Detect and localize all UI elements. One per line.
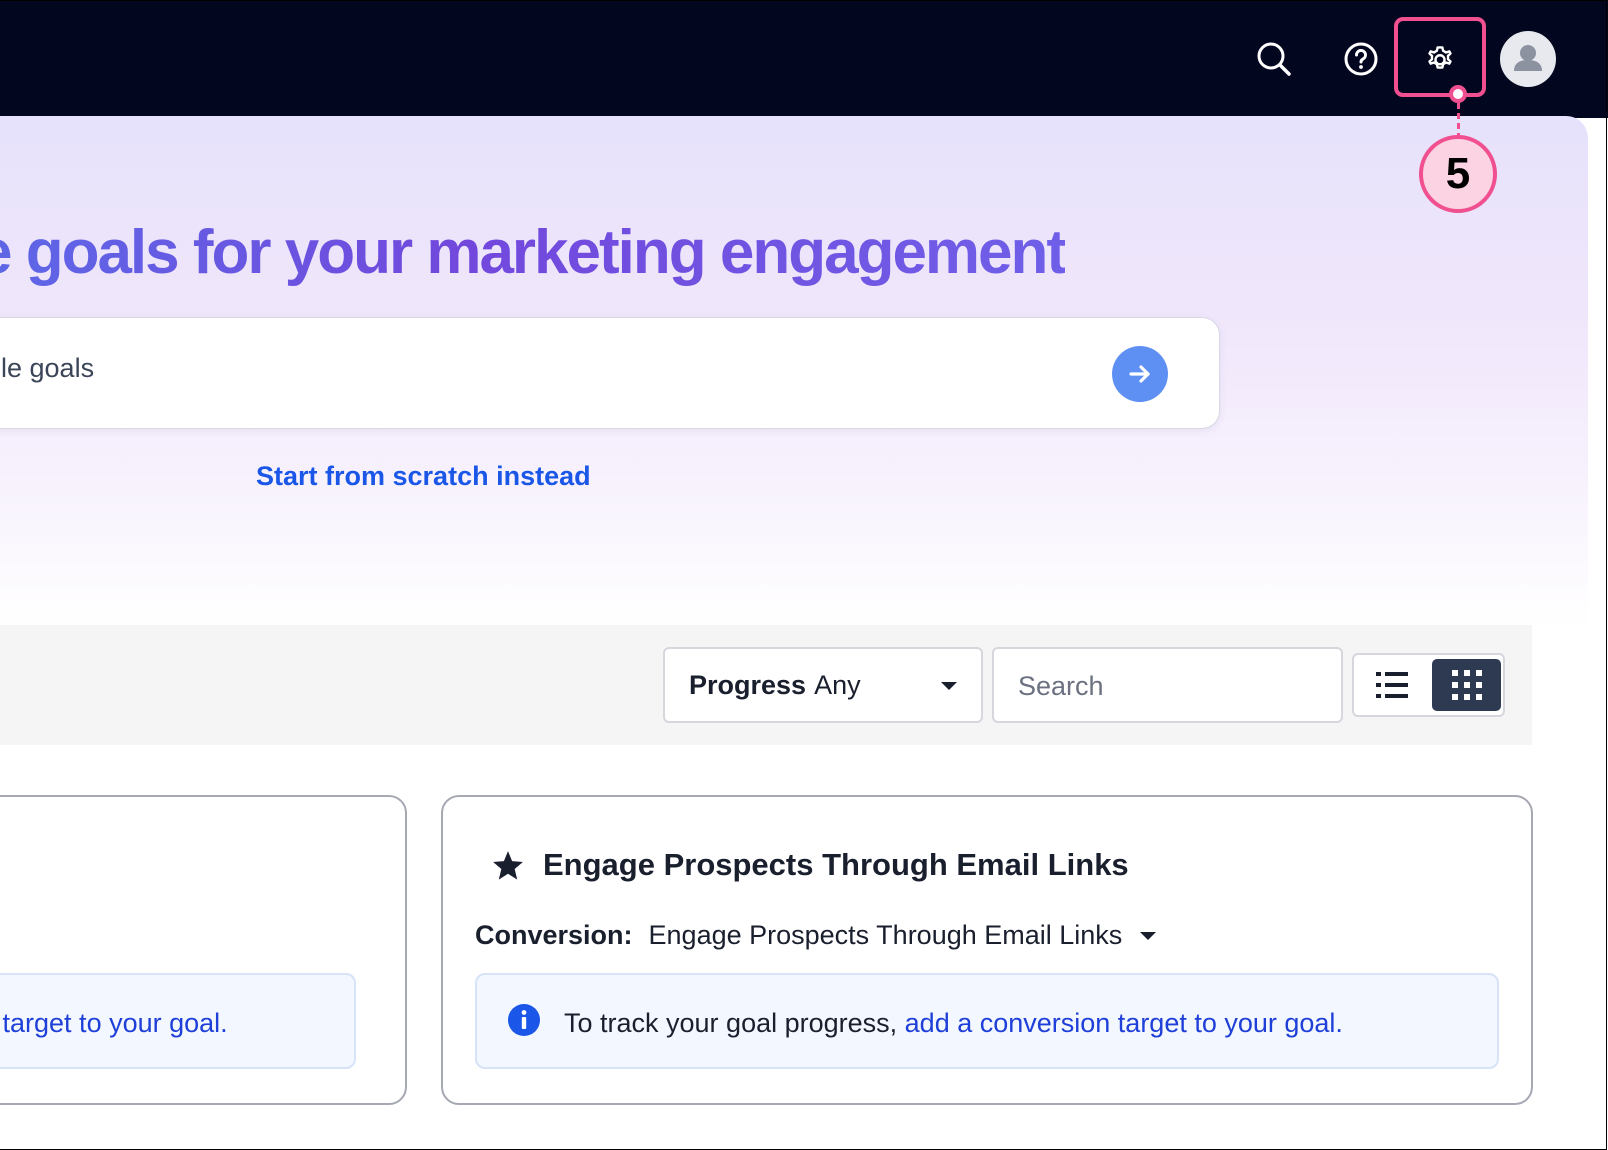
callout-highlight-box (1394, 17, 1486, 97)
goal-card: Engage Prospects Through Email Links Con… (441, 795, 1533, 1105)
list-icon (1376, 672, 1408, 698)
arrow-right-icon (1129, 365, 1150, 383)
progress-filter-value: Any (814, 669, 861, 700)
info-text: To track your goal progress, (564, 1008, 905, 1038)
page-title: e goals for your marketing engagement (0, 218, 1067, 288)
add-conversion-target-link[interactable]: add a conversion target to your goal. (905, 1008, 1343, 1038)
hero-section: e goals for your marketing engagement St… (0, 116, 1588, 626)
search-input[interactable] (1018, 671, 1318, 702)
list-view-button[interactable] (1358, 659, 1426, 711)
star-icon[interactable] (491, 849, 525, 883)
top-navigation-bar (0, 0, 1608, 118)
info-callout: To track your goal progress, add a conve… (475, 973, 1499, 1069)
search-icon[interactable] (1251, 36, 1297, 82)
info-callout: n target to your goal. (0, 973, 356, 1069)
goal-card: n target to your goal. (0, 795, 407, 1105)
callout-step-badge: 5 (1419, 135, 1497, 213)
conversion-label: Conversion: (475, 920, 633, 950)
conversion-row: Conversion: Engage Prospects Through Ema… (475, 920, 1157, 951)
avatar[interactable] (1500, 31, 1556, 87)
goal-prompt-input[interactable] (1, 353, 1081, 384)
submit-prompt-button[interactable] (1112, 346, 1168, 402)
avatar-icon (1514, 45, 1542, 71)
callout-connector-line (1457, 103, 1460, 139)
progress-filter-dropdown[interactable]: Progress Any (663, 647, 983, 723)
conversion-dropdown[interactable]: Engage Prospects Through Email Links (649, 920, 1157, 951)
start-from-scratch-link[interactable]: Start from scratch instead (256, 461, 591, 492)
add-conversion-target-link[interactable]: n target to your goal. (0, 1008, 228, 1038)
help-icon[interactable] (1338, 36, 1384, 82)
callout-connector-dot (1449, 85, 1467, 103)
goal-prompt-box (0, 317, 1220, 429)
caret-down-icon (941, 682, 957, 690)
conversion-value: Engage Prospects Through Email Links (648, 920, 1123, 950)
search-field (992, 647, 1343, 723)
caret-down-icon (1140, 931, 1157, 940)
progress-filter-label: Progress (689, 669, 807, 700)
grid-view-button[interactable] (1432, 659, 1501, 711)
goal-card-title: Engage Prospects Through Email Links (543, 847, 1129, 882)
info-icon (508, 1004, 540, 1036)
grid-icon (1451, 670, 1482, 700)
view-toggle-group (1352, 653, 1505, 717)
